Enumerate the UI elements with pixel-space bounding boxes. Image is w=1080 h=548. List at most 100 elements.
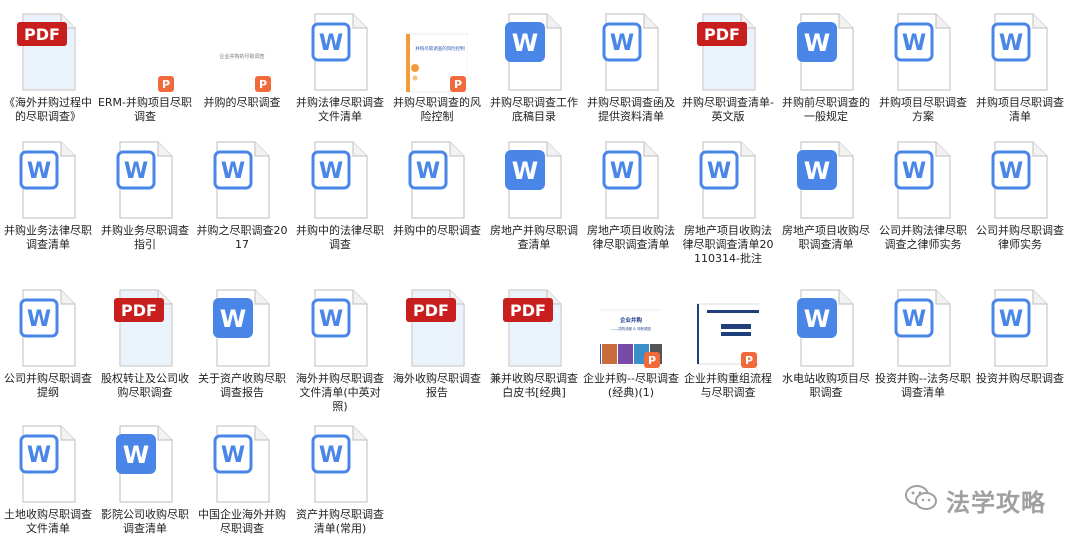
svg-text:W: W	[902, 307, 926, 332]
file-label: 土地收购尽职调查文件清单	[4, 508, 92, 535]
pdf-file-icon: PDF	[503, 288, 565, 370]
svg-text:PDF: PDF	[24, 25, 60, 44]
file-label: 水电站收购项目尽职调查	[782, 372, 870, 399]
file-item[interactable]: W 公司并购尽职调查律师实务	[972, 136, 1068, 264]
svg-text:W: W	[902, 159, 926, 184]
file-item[interactable]: P 企业并购重组流程与尽职调查	[680, 284, 776, 412]
ppt-file-icon: 企业并购的尽职调查 P	[211, 12, 273, 94]
file-label: 并购尽职调查的风险控制	[393, 96, 481, 123]
thumbnail-title: 企业并购的尽职调查	[219, 53, 264, 60]
file-item[interactable]: W 房地产并购尽职调查清单	[486, 136, 582, 264]
file-item[interactable]: PDF 股权转让及公司收购尽职调查	[97, 284, 193, 412]
svg-text:W: W	[27, 307, 51, 332]
file-item[interactable]: W 并购中的法律尽职调查	[292, 136, 388, 264]
file-item[interactable]: W 关于资产收购尽职调查报告	[194, 284, 290, 412]
file-item[interactable]: W 公司并购法律尽职调查之律师实务	[875, 136, 971, 264]
file-label: 企业并购重组流程与尽职调查	[684, 372, 772, 399]
file-item[interactable]: 并购尽职调查的风险控制 P 并购尽职调查的风险控制	[389, 8, 485, 136]
file-label: 并购项目尽职调查方案	[879, 96, 967, 123]
word-file-icon: W	[600, 140, 662, 222]
word-file-icon: W	[17, 288, 79, 370]
word-file-icon: W	[503, 140, 565, 222]
svg-text:W: W	[416, 159, 440, 184]
file-item[interactable]: W 并购业务法律尽职调查清单	[0, 136, 96, 264]
file-item[interactable]: W 投资并购--法务尽职调查清单	[875, 284, 971, 412]
file-item[interactable]: W 并购业务尽职调查指引	[97, 136, 193, 264]
file-label: 并购业务法律尽职调查清单	[4, 224, 92, 251]
file-item[interactable]: PDF 海外收购尽职调查报告	[389, 284, 485, 412]
file-label: 《海外并购过程中的尽职调查》	[4, 96, 92, 123]
svg-text:企业并购: 企业并购	[619, 316, 643, 324]
word-file-icon: W	[211, 140, 273, 222]
pdf-file-icon: PDF	[114, 288, 176, 370]
file-item[interactable]: P ERM-并购项目尽职调查	[97, 8, 193, 136]
svg-text:PDF: PDF	[413, 301, 449, 320]
svg-text:PDF: PDF	[510, 301, 546, 320]
svg-text:W: W	[804, 305, 830, 333]
file-label: 房地产并购尽职调查清单	[490, 224, 578, 251]
svg-text:W: W	[319, 159, 343, 184]
word-file-icon: W	[795, 288, 857, 370]
file-item[interactable]: PDF 《海外并购过程中的尽职调查》	[0, 8, 96, 136]
file-item[interactable]: PDF 兼并收购尽职调查白皮书[经典]	[486, 284, 582, 412]
word-file-icon: W	[309, 12, 371, 94]
file-item[interactable]: W 水电站收购项目尽职调查	[778, 284, 874, 412]
svg-text:W: W	[220, 305, 246, 333]
file-label: 公司并购尽职调查律师实务	[976, 224, 1064, 251]
file-item[interactable]: W 房地产项目收购法律尽职调查清单	[583, 136, 679, 264]
file-item[interactable]: PDF 并购尽职调查清单-英文版	[680, 8, 776, 136]
word-file-icon: W	[406, 140, 468, 222]
file-item[interactable]: 企业并购 ——并购流程 & 尽职调查 P 企业并购--尽职调查(经典)(1)	[583, 284, 679, 412]
word-file-icon: W	[211, 424, 273, 506]
svg-text:W: W	[610, 31, 634, 56]
file-label: 企业并购--尽职调查(经典)(1)	[583, 372, 679, 399]
svg-text:W: W	[27, 159, 51, 184]
word-file-icon: W	[309, 424, 371, 506]
svg-text:W: W	[999, 307, 1023, 332]
file-label: 并购中的尽职调查	[393, 224, 481, 237]
file-item[interactable]: W 并购尽职调查函及提供资料清单	[583, 8, 679, 136]
svg-text:W: W	[319, 443, 343, 468]
file-label: 并购项目尽职调查清单	[976, 96, 1064, 123]
svg-text:W: W	[999, 31, 1023, 56]
file-item[interactable]: W 并购之尽职调查2017	[194, 136, 290, 264]
file-label: 投资并购尽职调查	[976, 372, 1064, 385]
file-item[interactable]: W 房地产项目收购尽职调查清单	[778, 136, 874, 264]
wechat-icon	[904, 484, 938, 516]
file-label: 并购尽职调查清单-英文版	[682, 96, 774, 123]
file-grid: PDF 《海外并购过程中的尽职调查》 P ERM-并购项目尽职调查 企业并购的尽职调查 P…	[0, 0, 1080, 548]
file-item[interactable]: W 并购项目尽职调查清单	[972, 8, 1068, 136]
word-file-icon: W	[114, 140, 176, 222]
svg-text:P: P	[648, 354, 656, 367]
word-file-icon: W	[17, 424, 79, 506]
word-file-icon: W	[309, 288, 371, 370]
file-item[interactable]: W 并购前尽职调查的一般规定	[778, 8, 874, 136]
file-item[interactable]: W 公司并购尽职调查提纲	[0, 284, 96, 412]
pdf-file-icon: PDF	[17, 12, 79, 94]
word-file-icon: W	[892, 288, 954, 370]
file-item[interactable]: W 并购中的尽职调查	[389, 136, 485, 264]
word-file-icon: W	[989, 288, 1051, 370]
file-item[interactable]: W 并购尽职调查工作底稿目录	[486, 8, 582, 136]
file-item[interactable]: W 中国企业海外并购尽职调查	[194, 420, 290, 548]
file-item[interactable]: W 土地收购尽职调查文件清单	[0, 420, 96, 548]
file-item[interactable]: W 并购法律尽职调查文件清单	[292, 8, 388, 136]
watermark: 法学攻略	[904, 482, 1046, 518]
file-item[interactable]: W 并购项目尽职调查方案	[875, 8, 971, 136]
file-item[interactable]: W 房地产项目收购法律尽职调查清单20110314-批注	[680, 136, 776, 265]
file-label: 公司并购尽职调查提纲	[4, 372, 92, 399]
file-item[interactable]: 企业并购的尽职调查 P 并购的尽职调查	[194, 8, 290, 136]
file-item[interactable]: W 资产并购尽职调查清单(常用)	[292, 420, 388, 548]
word-file-icon: W	[309, 140, 371, 222]
svg-text:W: W	[707, 159, 731, 184]
ppt-file-icon: P	[697, 288, 759, 370]
svg-text:W: W	[221, 159, 245, 184]
word-file-icon: W	[795, 140, 857, 222]
file-item[interactable]: W 海外并购尽职调查文件清单(中英对照)	[292, 284, 388, 413]
word-file-icon: W	[17, 140, 79, 222]
word-file-icon: W	[697, 140, 759, 222]
watermark-text: 法学攻略	[946, 488, 1046, 517]
file-item[interactable]: W 影院公司收购尽职调查清单	[97, 420, 193, 548]
pdf-file-icon: PDF	[406, 288, 468, 370]
file-item[interactable]: W 投资并购尽职调查	[972, 284, 1068, 412]
